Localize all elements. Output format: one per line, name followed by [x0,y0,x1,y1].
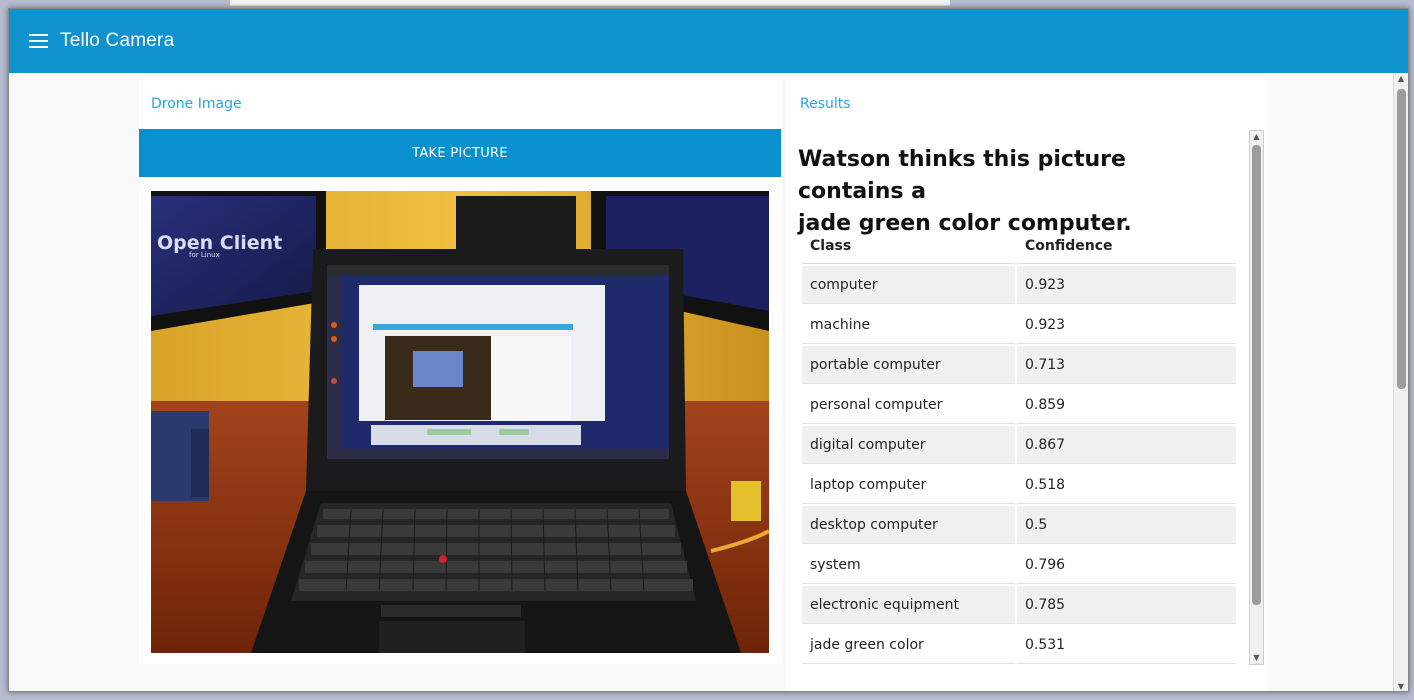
results-heading: Results [800,96,851,112]
table-row: system 0.796 [802,546,1236,584]
class-cell: desktop computer [802,506,1015,544]
results-table: Class Confidence computer 0.923 machine … [800,226,1238,665]
class-cell: jade green color [802,626,1015,664]
confidence-cell: 0.859 [1017,386,1236,424]
drone-image-card: Drone Image TAKE PICTURE Open Client for… [139,78,782,664]
results-card: Results Watson thinks this picture conta… [786,78,1268,691]
page-scroll-thumb[interactable] [1397,89,1406,389]
class-cell: digital computer [802,426,1015,464]
main-content: Drone Image TAKE PICTURE Open Client for… [9,73,1395,691]
table-row: laptop computer 0.518 [802,466,1236,504]
table-row: desktop computer 0.5 [802,506,1236,544]
class-cell: laptop computer [802,466,1015,504]
confidence-cell: 0.713 [1017,346,1236,384]
table-row: personal computer 0.859 [802,386,1236,424]
class-cell: portable computer [802,346,1015,384]
page-scroll-up-arrow-icon[interactable]: ▲ [1394,73,1408,85]
confidence-cell: 0.531 [1017,626,1236,664]
table-row: portable computer 0.713 [802,346,1236,384]
column-header-class: Class [802,228,1015,264]
drone-image-heading: Drone Image [151,96,242,112]
confidence-cell: 0.5 [1017,506,1236,544]
take-picture-button[interactable]: TAKE PICTURE [139,129,781,177]
app-bar: Tello Camera [9,9,1408,73]
table-row: computer 0.923 [802,266,1236,304]
app-title: Tello Camera [60,30,175,51]
confidence-cell: 0.867 [1017,426,1236,464]
table-row: machine 0.923 [802,306,1236,344]
scroll-down-arrow-icon[interactable]: ▼ [1250,652,1263,664]
results-scroll-thumb[interactable] [1252,145,1261,605]
confidence-cell: 0.923 [1017,266,1236,304]
drone-photo: Open Client for Linux [151,191,769,653]
scroll-up-arrow-icon[interactable]: ▲ [1250,131,1263,143]
class-cell: machine [802,306,1015,344]
confidence-cell: 0.518 [1017,466,1236,504]
background-window-strip [230,0,950,6]
class-cell: computer [802,266,1015,304]
confidence-cell: 0.923 [1017,306,1236,344]
results-scroll-area[interactable]: Watson thinks this picture contains a ja… [786,130,1256,665]
class-cell: system [802,546,1015,584]
results-scrollbar[interactable]: ▲ ▼ [1249,130,1264,665]
photo-overlay-sub: for Linux [189,251,220,259]
table-row: digital computer 0.867 [802,426,1236,464]
page-scrollbar[interactable]: ▲ ▼ [1393,73,1408,691]
app-window: Tello Camera Drone Image TAKE PICTURE Op… [8,8,1409,692]
verdict-line-1: Watson thinks this picture contains a [798,147,1126,204]
confidence-cell: 0.796 [1017,546,1236,584]
menu-icon[interactable] [29,34,48,48]
table-row: jade green color 0.531 [802,626,1236,664]
class-cell: personal computer [802,386,1015,424]
class-cell: electronic equipment [802,586,1015,624]
page-scroll-down-arrow-icon[interactable]: ▼ [1394,681,1408,691]
table-row: electronic equipment 0.785 [802,586,1236,624]
column-header-confidence: Confidence [1017,228,1236,264]
confidence-cell: 0.785 [1017,586,1236,624]
